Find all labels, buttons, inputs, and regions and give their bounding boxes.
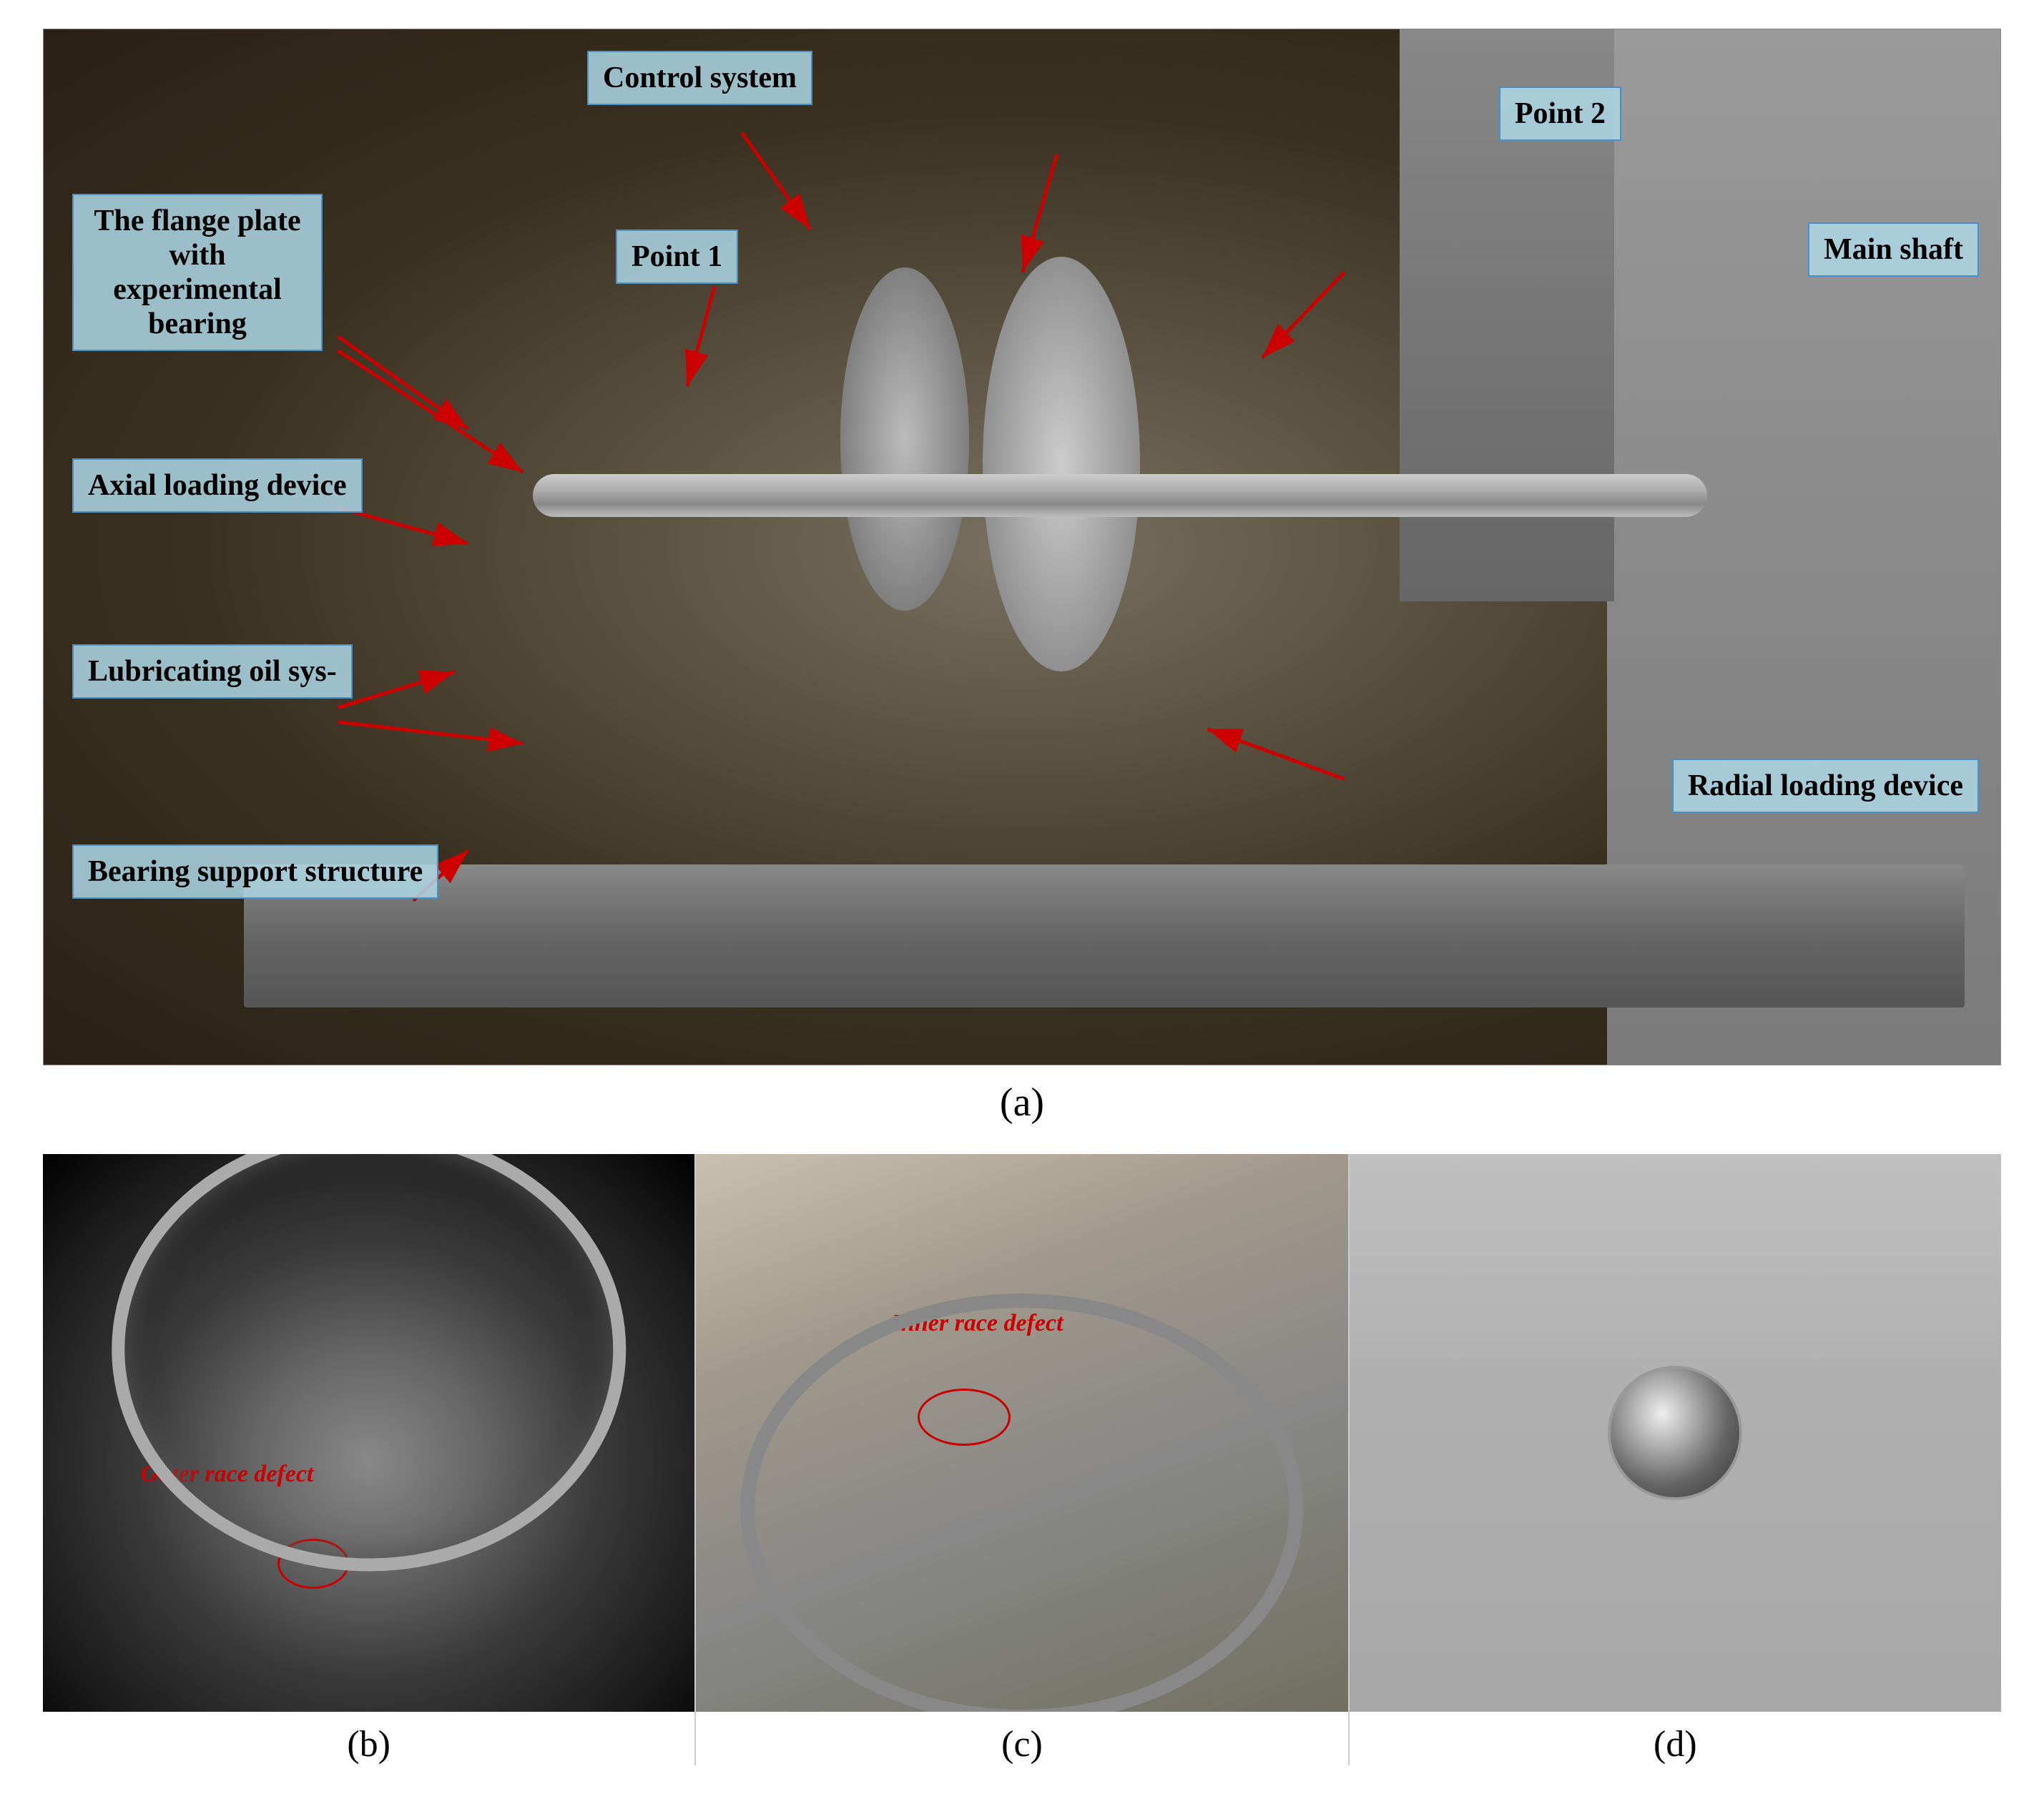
photo-d	[1350, 1154, 2001, 1712]
bottom-row: Outer race defect (b) Inner race defect …	[43, 1154, 2001, 1765]
inner-race-defect-label: Inner race defect	[892, 1310, 1063, 1337]
caption-a: (a)	[43, 1080, 2001, 1125]
label-radial-loading: Radial loading device	[1672, 759, 1979, 813]
label-main-shaft: Main shaft	[1808, 222, 1979, 277]
equip-disc	[983, 257, 1140, 671]
sub-figure-b: Outer race defect (b)	[43, 1154, 694, 1765]
sub-figure-d: (d)	[1348, 1154, 2001, 1765]
equip-base	[244, 864, 1965, 1007]
caption-b: (b)	[347, 1723, 390, 1765]
photo-c: Inner race defect	[696, 1154, 1347, 1712]
caption-c: (c)	[1001, 1723, 1043, 1765]
page-container: Control system Point 2 The flange plate …	[0, 0, 2044, 1794]
figure-a-container: Control system Point 2 The flange plate …	[43, 29, 2001, 1125]
photo-a: Control system Point 2 The flange plate …	[43, 29, 2001, 1065]
equip-shaft	[533, 474, 1707, 517]
sub-figure-c: Inner race defect (c)	[694, 1154, 1347, 1765]
label-point2: Point 2	[1499, 87, 1621, 141]
label-control-system: Control system	[587, 51, 812, 105]
outer-race-defect-label: Outer race defect	[141, 1461, 314, 1488]
inner-race-defect-circle	[918, 1389, 1011, 1446]
label-bearing-support: Bearing support structure	[72, 844, 438, 899]
caption-d: (d)	[1654, 1723, 1697, 1765]
label-lubricating: Lubricating oil sys-	[72, 644, 353, 699]
label-axial-loading: Axial loading device	[72, 458, 363, 513]
label-flange-plate: The flange plate with experimental beari…	[72, 194, 323, 351]
photo-b: Outer race defect	[43, 1154, 694, 1712]
equip-disc2	[840, 267, 969, 611]
outer-race-defect-circle	[277, 1539, 349, 1589]
label-point1: Point 1	[616, 230, 738, 284]
